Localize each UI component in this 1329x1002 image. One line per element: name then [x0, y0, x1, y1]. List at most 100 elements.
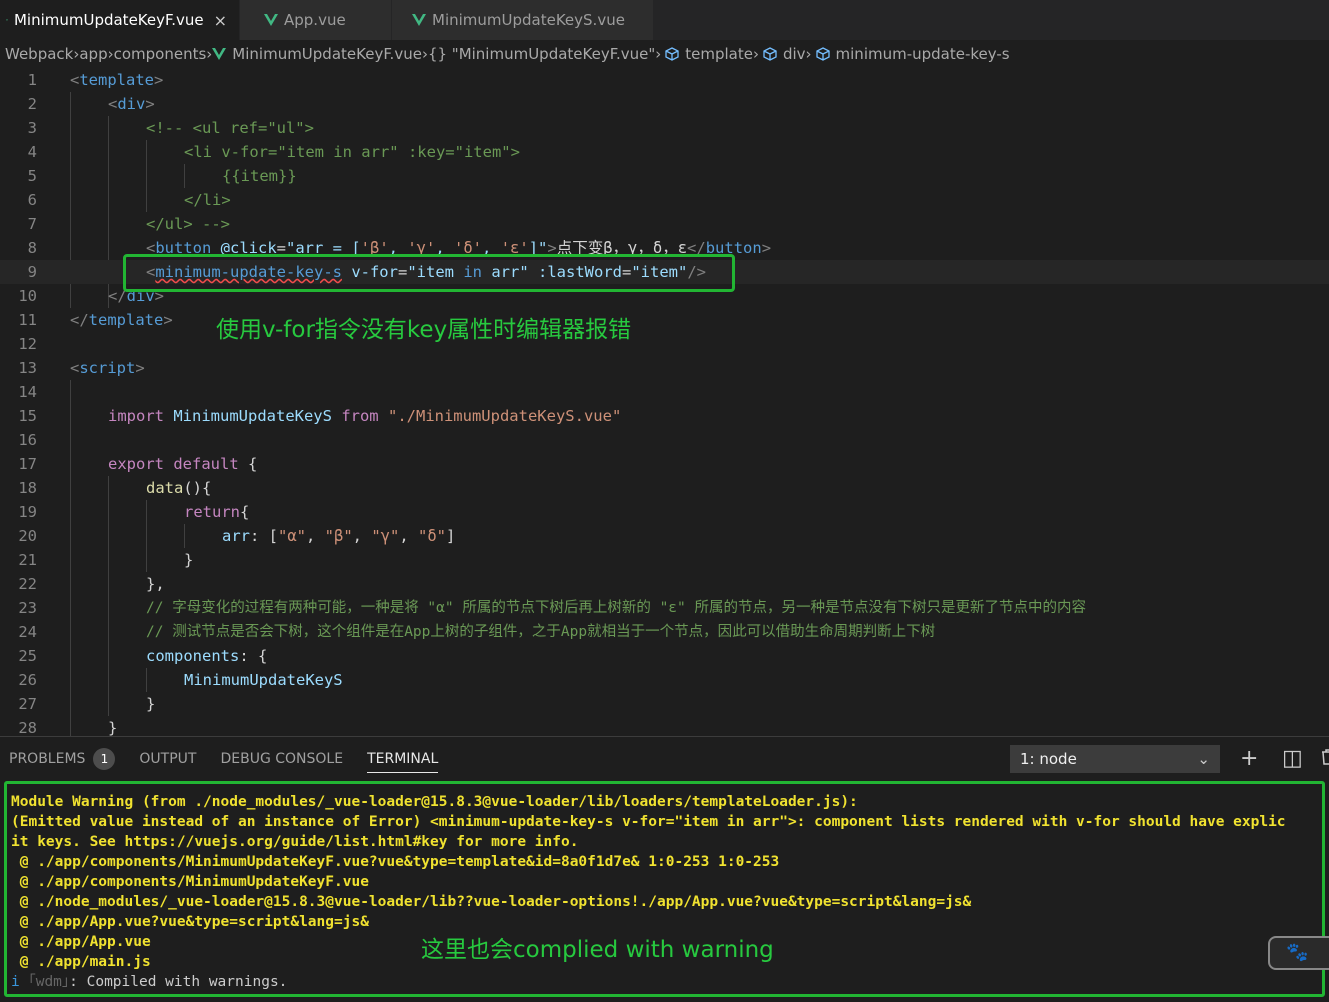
- add-terminal-icon[interactable]: +: [1240, 747, 1258, 771]
- line-number: 18: [18, 479, 37, 497]
- code-line: 27}: [0, 692, 1329, 716]
- punct: </: [70, 311, 89, 329]
- tab-problems[interactable]: PROBLEMS 1: [9, 737, 116, 781]
- terminal-line: Module Warning (from ./node_modules/_vue…: [11, 794, 858, 810]
- terminal-status-line: i ｢wdm｣: Compiled with warnings.: [11, 972, 287, 992]
- line-number: 21: [18, 551, 37, 569]
- breadcrumb-item[interactable]: minimum-update-key-s: [836, 45, 1010, 63]
- breadcrumb-separator: ›: [752, 45, 759, 63]
- line-number: 14: [18, 383, 37, 401]
- floating-helper-button[interactable]: 🐾: [1268, 936, 1329, 970]
- punct: {: [238, 455, 258, 473]
- editor-tab-bar: MinimumUpdateKeyF.vue × App.vue MinimumU…: [0, 0, 1329, 40]
- line-number: 15: [18, 407, 37, 425]
- punct: >: [145, 95, 155, 113]
- identifier: MinimumUpdateKeyS: [184, 671, 343, 689]
- symbol-cube-icon: [763, 47, 777, 61]
- line-number: 17: [18, 455, 37, 473]
- identifier: MinimumUpdateKeyS: [164, 407, 332, 425]
- tab-label: OUTPUT: [139, 751, 197, 767]
- breadcrumb-item[interactable]: template: [685, 45, 753, 63]
- code-line: 18 data(){: [0, 476, 1329, 500]
- breadcrumb-item[interactable]: components: [114, 45, 207, 63]
- tab-output[interactable]: OUTPUT: [139, 737, 196, 781]
- punct: >: [163, 311, 173, 329]
- keyword: return: [184, 503, 240, 521]
- paw-icon: 🐾: [1286, 942, 1309, 963]
- line-number: 16: [18, 431, 37, 449]
- annotation-text: 这里也会complied with warning: [421, 937, 774, 963]
- line-number: 12: [18, 335, 37, 353]
- tab-terminal[interactable]: TERMINAL: [367, 737, 439, 781]
- line-number: 20: [18, 527, 37, 545]
- breadcrumb-item[interactable]: app: [79, 45, 107, 63]
- terminal-line: @ ./app/App.vue: [11, 934, 151, 950]
- string: "δ": [418, 527, 447, 545]
- code-editor[interactable]: 1 <template> 2 <div> 3 <!-- <ul ref="ul"> 4…: [0, 68, 1329, 737]
- line-number: 5: [27, 167, 37, 185]
- trash-icon[interactable]: [1318, 747, 1329, 773]
- breadcrumb-item[interactable]: Webpack: [5, 45, 73, 63]
- line-number: 8: [27, 239, 37, 257]
- string: "α": [278, 527, 306, 545]
- tab-minimumupdatekeys[interactable]: MinimumUpdateKeyS.vue: [392, 0, 654, 40]
- breadcrumb-separator: ›: [805, 45, 812, 63]
- problems-count-badge: 1: [93, 748, 116, 770]
- panel-tabs: PROBLEMS 1 OUTPUT DEBUG CONSOLE TERMINAL: [0, 737, 454, 781]
- select-value: 1: node: [1020, 750, 1077, 768]
- breadcrumb-item[interactable]: {} "MinimumUpdateKeyF.vue": [428, 45, 655, 63]
- code-line: 24 // 测试节点是否会下树，这个组件是在App上树的子组件，之于App就相当于…: [0, 620, 1329, 644]
- breadcrumb-item[interactable]: div: [783, 45, 806, 63]
- line-number: 1: [27, 71, 37, 89]
- wdm-tag: ｢wdm｣: [19, 974, 70, 990]
- code-line: 15 import MinimumUpdateKeyS from "./Minim…: [0, 404, 1329, 428]
- string: "β": [324, 527, 353, 545]
- symbol-cube-icon: [665, 47, 679, 61]
- terminal-line: (Emitted value instead of an instance of…: [11, 814, 1286, 830]
- code-line: 22},: [0, 572, 1329, 596]
- line-number: 2: [27, 95, 37, 113]
- vue-file-icon: [264, 14, 278, 26]
- punct: <: [70, 71, 80, 89]
- punct: ,: [306, 527, 325, 545]
- line-number: 11: [18, 311, 37, 329]
- breadcrumb-item[interactable]: MinimumUpdateKeyF.vue: [232, 45, 422, 63]
- terminal-output[interactable]: Module Warning (from ./node_modules/_vue…: [4, 781, 1325, 997]
- code-line: 11 </template>: [0, 308, 1329, 332]
- tab-app-vue[interactable]: App.vue: [240, 0, 392, 40]
- string: "γ": [371, 527, 400, 545]
- punct: : {: [239, 647, 268, 665]
- tag-name: template: [88, 311, 164, 329]
- punct: }: [184, 551, 194, 569]
- code-line: 1 <template>: [0, 68, 1329, 92]
- tab-label: TERMINAL: [367, 751, 439, 767]
- line-number: 25: [18, 647, 37, 665]
- tab-minimumupdatekeyf[interactable]: MinimumUpdateKeyF.vue ×: [0, 0, 240, 40]
- code-line: 13 <script>: [0, 356, 1329, 380]
- close-tab-icon[interactable]: ×: [214, 11, 227, 30]
- tab-label: App.vue: [284, 11, 346, 29]
- terminal-line: @ ./app/App.vue?vue&type=script&lang=js&: [11, 914, 369, 930]
- line-number: 13: [18, 359, 37, 377]
- chevron-down-icon: ⌄: [1197, 750, 1210, 768]
- keyword: export: [108, 455, 164, 473]
- punct: >: [761, 239, 772, 257]
- line-number: 4: [27, 143, 37, 161]
- line-number: 10: [18, 287, 37, 305]
- highlight-box: [123, 254, 735, 292]
- annotation-text: 使用v-for指令没有key属性时编辑器报错: [216, 317, 632, 343]
- line-number: 24: [18, 623, 37, 641]
- code-line: 12: [0, 332, 1329, 356]
- code-line: 25 components: {: [0, 644, 1329, 668]
- punct: (){: [183, 479, 212, 497]
- terminal-line: @ ./app/components/MinimumUpdateKeyF.vue: [11, 874, 369, 890]
- breadcrumb: Webpack › app › components › MinimumUpda…: [0, 40, 1329, 68]
- line-number: 27: [18, 695, 37, 713]
- tab-debug-console[interactable]: DEBUG CONSOLE: [220, 737, 343, 781]
- terminal-select[interactable]: 1: node ⌄: [1010, 745, 1220, 773]
- split-terminal-icon[interactable]: ◫: [1282, 747, 1303, 771]
- line-number: 23: [18, 599, 37, 617]
- punct: ,: [352, 527, 372, 545]
- vue-file-icon: [412, 14, 426, 26]
- comment: </ul> -->: [146, 215, 230, 233]
